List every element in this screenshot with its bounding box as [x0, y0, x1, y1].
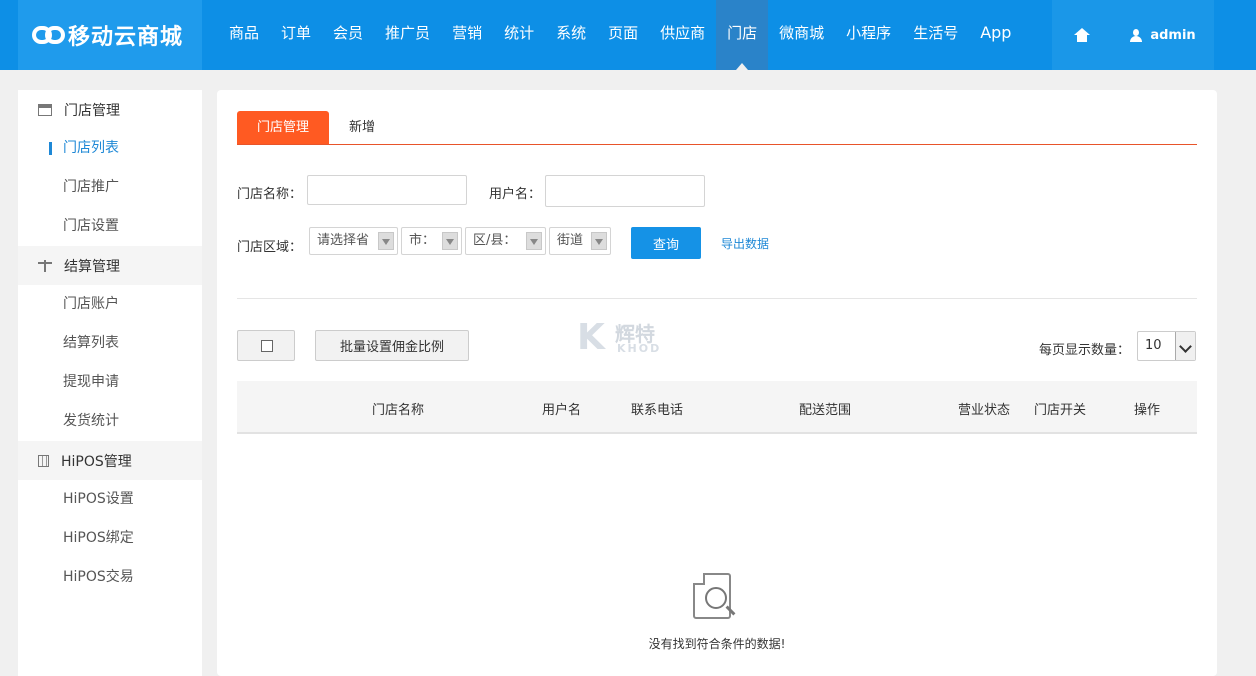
- chevron-down-icon: [378, 232, 394, 250]
- store-name-input[interactable]: [307, 175, 467, 205]
- watermark-logo: K 辉特 KHOD: [577, 318, 677, 360]
- scale-icon: [38, 259, 52, 272]
- export-data-link[interactable]: 导出数据: [721, 235, 769, 252]
- sidebar-group-label: HiPOS管理: [61, 453, 132, 470]
- nav-item-mini-program[interactable]: 小程序: [835, 0, 902, 70]
- chevron-down-icon: [442, 232, 458, 250]
- per-page-value: 10: [1145, 338, 1162, 353]
- street-value: 街道: [557, 233, 584, 248]
- sidebar-item-settlement-list[interactable]: 结算列表: [18, 324, 202, 363]
- column-store-switch[interactable]: 门店开关: [1034, 399, 1086, 418]
- sidebar-item-hipos-binding[interactable]: HiPOS绑定: [18, 519, 202, 558]
- column-username[interactable]: 用户名: [542, 399, 581, 418]
- sidebar: 门店管理 门店列表 门店推广 门店设置 结算管理 门店账户 结算列表 提现申请 …: [18, 90, 202, 676]
- nav-item-micro-mall[interactable]: 微商城: [768, 0, 835, 70]
- store-name-label: 门店名称：: [237, 187, 303, 202]
- watermark-letter: K: [577, 317, 605, 358]
- sidebar-group-hipos[interactable]: HiPOS管理: [18, 441, 202, 480]
- user-menu[interactable]: admin: [1112, 0, 1214, 70]
- column-actions[interactable]: 操作: [1134, 399, 1160, 418]
- sidebar-group-label: 结算管理: [64, 258, 120, 275]
- tab-store-management[interactable]: 门店管理: [237, 111, 330, 144]
- city-select[interactable]: 市：: [401, 227, 462, 255]
- username-filter-label: 用户名：: [489, 187, 542, 202]
- query-button[interactable]: 查询: [631, 227, 701, 259]
- nav-item-app[interactable]: App: [969, 0, 1022, 70]
- sidebar-item-store-list[interactable]: 门店列表: [18, 129, 202, 168]
- no-data-icon: [693, 573, 741, 623]
- select-all-button[interactable]: [237, 330, 295, 361]
- sidebar-group-store-management[interactable]: 门店管理: [18, 90, 202, 129]
- province-select[interactable]: 请选择省: [309, 227, 398, 255]
- username-label: admin: [1150, 27, 1196, 43]
- store-icon: [38, 103, 52, 116]
- tab-add-new[interactable]: 新增: [329, 111, 395, 144]
- nav-item-members[interactable]: 会员: [322, 0, 374, 70]
- main-nav: 商品 订单 会员 推广员 营销 统计 系统 页面 供应商 门店 微商城 小程序 …: [218, 0, 1022, 70]
- sidebar-item-withdrawal[interactable]: 提现申请: [18, 363, 202, 402]
- sidebar-item-store-account[interactable]: 门店账户: [18, 285, 202, 324]
- nav-item-stores[interactable]: 门店: [716, 0, 769, 70]
- nav-item-marketing[interactable]: 营销: [441, 0, 493, 70]
- calculator-icon: [38, 454, 49, 467]
- home-button[interactable]: [1052, 0, 1112, 70]
- checkbox-icon: [261, 340, 273, 352]
- sidebar-item-hipos-settings[interactable]: HiPOS设置: [18, 480, 202, 519]
- column-business-status[interactable]: 营业状态: [958, 399, 1010, 418]
- province-value: 请选择省: [317, 233, 370, 248]
- column-store-name[interactable]: 门店名称: [372, 399, 424, 418]
- nav-item-pages[interactable]: 页面: [597, 0, 649, 70]
- nav-item-promoters[interactable]: 推广员: [374, 0, 441, 70]
- district-value: 区/县：: [473, 233, 517, 248]
- nav-item-statistics[interactable]: 统计: [493, 0, 545, 70]
- chevron-down-icon: [1175, 332, 1195, 360]
- column-delivery-range[interactable]: 配送范围: [799, 399, 851, 418]
- column-phone[interactable]: 联系电话: [631, 399, 683, 418]
- batch-commission-button[interactable]: 批量设置佣金比例: [315, 330, 469, 361]
- home-icon: [1074, 28, 1090, 42]
- district-select[interactable]: 区/县：: [465, 227, 546, 255]
- sidebar-item-hipos-transactions[interactable]: HiPOS交易: [18, 558, 202, 597]
- main-panel: 门店管理 新增 门店名称： 用户名： 门店区域： 请选择省 市： 区/县： 街道…: [217, 90, 1217, 676]
- tab-bar: 门店管理 新增: [237, 111, 1197, 145]
- sidebar-group-settlement[interactable]: 结算管理: [18, 246, 202, 285]
- logo-text: 移动云商城: [68, 25, 184, 50]
- sidebar-item-shipping-stats[interactable]: 发货统计: [18, 402, 202, 441]
- chevron-down-icon: [526, 232, 542, 250]
- top-navbar: 移动云商城 商品 订单 会员 推广员 营销 统计 系统 页面 供应商 门店 微商…: [0, 0, 1256, 70]
- username-input[interactable]: [545, 175, 705, 207]
- nav-item-suppliers[interactable]: 供应商: [649, 0, 716, 70]
- logo-icon: [32, 24, 66, 46]
- empty-message: 没有找到符合条件的数据!: [648, 637, 786, 651]
- sidebar-group-label: 门店管理: [64, 102, 120, 119]
- per-page-label: 每页显示数量：: [1039, 343, 1131, 358]
- user-icon: [1130, 28, 1143, 42]
- region-label: 门店区域：: [237, 240, 303, 255]
- per-page-select[interactable]: 10: [1137, 331, 1196, 361]
- watermark-en: KHOD: [617, 342, 662, 355]
- nav-item-life-account[interactable]: 生活号: [902, 0, 969, 70]
- nav-item-products[interactable]: 商品: [218, 0, 270, 70]
- logo[interactable]: 移动云商城: [18, 0, 202, 70]
- sidebar-item-store-promotion[interactable]: 门店推广: [18, 168, 202, 207]
- divider: [237, 298, 1197, 299]
- nav-item-system[interactable]: 系统: [545, 0, 597, 70]
- city-value: 市：: [409, 233, 436, 248]
- street-select[interactable]: 街道: [549, 227, 611, 255]
- table-header: 门店名称 用户名 联系电话 配送范围 营业状态 门店开关 操作: [237, 381, 1197, 434]
- sidebar-item-store-settings[interactable]: 门店设置: [18, 207, 202, 246]
- nav-item-orders[interactable]: 订单: [270, 0, 322, 70]
- chevron-down-icon: [591, 232, 607, 250]
